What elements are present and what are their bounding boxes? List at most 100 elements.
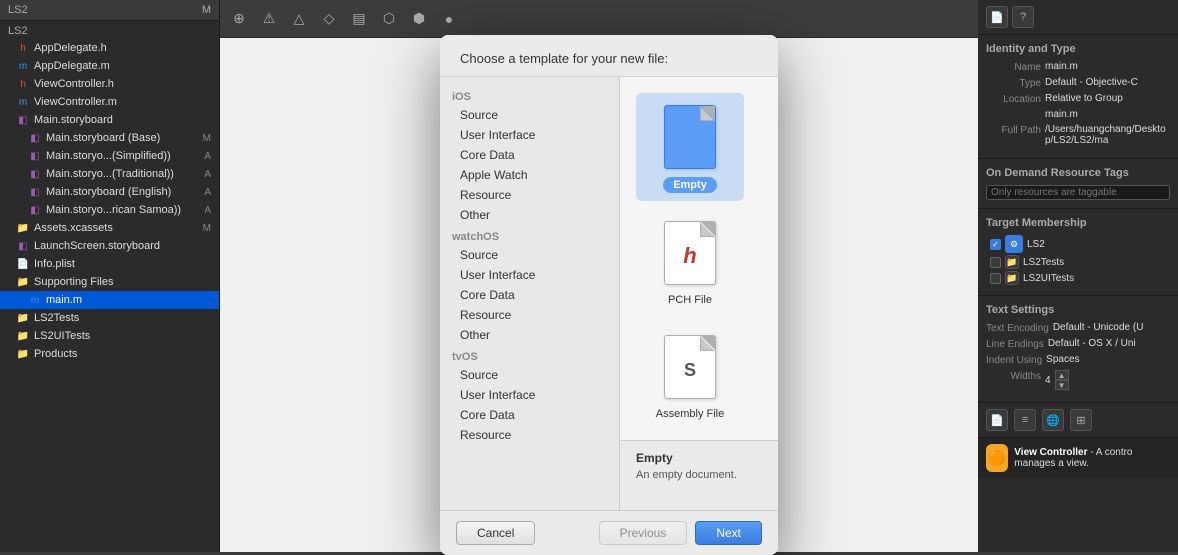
- sidebar-header: LS2 M: [0, 0, 219, 21]
- next-button[interactable]: Next: [695, 521, 762, 545]
- indent-row: Indent Using Spaces: [986, 354, 1170, 366]
- nav-item-ios-coredata[interactable]: Core Data: [440, 145, 619, 165]
- membership-ls2-row: ✓ ⚙ LS2: [986, 235, 1170, 253]
- toolbar-icon-dia[interactable]: ◇: [318, 8, 340, 30]
- h-file-icon: h: [16, 77, 30, 91]
- template-item-pch[interactable]: h PCH File: [636, 209, 744, 315]
- sidebar-item-launchscreen[interactable]: ◧ LaunchScreen.storyboard: [0, 237, 219, 255]
- stepper-up[interactable]: ▲: [1055, 370, 1069, 380]
- toolbar: ⊕ ⚠ △ ◇ ▤ ⬡ ⬢ ●: [220, 0, 978, 38]
- main-content-area: ⊕ ⚠ △ ◇ ▤ ⬡ ⬢ ● Choose a template for yo…: [220, 0, 978, 552]
- sidebar-item-main-storyboard[interactable]: ◧ Main.storyboard: [0, 111, 219, 129]
- checkbox-ls2-checked[interactable]: ✓: [990, 239, 1001, 250]
- name-value: main.m: [1045, 61, 1078, 72]
- toolbar-icon-hex1[interactable]: ⬡: [378, 8, 400, 30]
- location-label: Location: [986, 93, 1041, 105]
- nav-item-tvos-source[interactable]: Source: [440, 365, 619, 385]
- grid-icon[interactable]: ⊞: [1070, 409, 1092, 431]
- nav-item-ios-other[interactable]: Other: [440, 205, 619, 225]
- list-icon[interactable]: ≡: [1014, 409, 1036, 431]
- folder-icon: 📁: [16, 221, 30, 235]
- template-item-empty[interactable]: Empty: [636, 93, 744, 201]
- sidebar-item-viewcontroller-h[interactable]: h ViewController.h: [0, 75, 219, 93]
- storyboard-icon: ◧: [28, 185, 42, 199]
- sidebar-item-supporting-files[interactable]: 📁 Full Path Supporting Files: [0, 273, 219, 291]
- sidebar-item-viewcontroller-m[interactable]: m ViewController.m: [0, 93, 219, 111]
- globe-icon[interactable]: 🌐: [1042, 409, 1064, 431]
- demand-section: On Demand Resource Tags: [978, 159, 1178, 209]
- nav-item-ios-ui[interactable]: User Interface: [440, 125, 619, 145]
- identity-type-section: Identity and Type Name main.m Type Defau…: [978, 35, 1178, 159]
- nav-item-ios-applewatch[interactable]: Apple Watch: [440, 165, 619, 185]
- nav-platform-watchos: watchOS: [440, 225, 619, 245]
- file-icon-btn[interactable]: 📄: [986, 6, 1008, 28]
- help-icon-btn[interactable]: ?: [1012, 6, 1034, 28]
- cancel-button[interactable]: Cancel: [456, 521, 535, 545]
- fullpath-value: /Users/huangchang/Desktop/LS2/LS2/ma: [1045, 124, 1170, 146]
- sidebar-item-products[interactable]: 📁 iOS Products: [0, 345, 219, 363]
- toolbar-icon-search[interactable]: ⊕: [228, 8, 250, 30]
- widths-stepper: 4 ▲ ▼: [1045, 370, 1069, 390]
- nav-item-ios-resource[interactable]: Resource: [440, 185, 619, 205]
- sidebar-item-storyboard-english[interactable]: ◧ Main.storyboard (English) A: [0, 183, 219, 201]
- nav-item-ios-source[interactable]: Source: [440, 105, 619, 125]
- widths-row: Widths 4 ▲ ▼: [986, 370, 1170, 390]
- sidebar-item-storyboard-simplified[interactable]: ◧ Main.storyo...(Simplified)) A: [0, 147, 219, 165]
- membership-ls2uitests-row: 📁 LS2UITests: [986, 271, 1170, 285]
- type-row: Type Default - Objective-C: [986, 77, 1170, 89]
- storyboard-icon: ◧: [16, 239, 30, 253]
- demand-title: On Demand Resource Tags: [986, 167, 1170, 179]
- m-file-icon: m: [16, 95, 30, 109]
- folder-icon: 📁: [16, 347, 30, 361]
- sidebar-item-appdelegate-m[interactable]: m AppDelegate.m: [0, 57, 219, 75]
- sidebar-item-storyboard-traditional[interactable]: ◧ Main.storyo...(Traditional)) A: [0, 165, 219, 183]
- plist-icon: 📄: [16, 257, 30, 271]
- toolbar-icon-circle[interactable]: ●: [438, 8, 460, 30]
- view-controller-text: View Controller - A contro manages a vie…: [1014, 447, 1170, 469]
- checkbox-ls2uitests[interactable]: [990, 273, 1001, 284]
- nav-item-watchos-other[interactable]: Other: [440, 325, 619, 345]
- nav-item-watchos-resource[interactable]: Resource: [440, 305, 619, 325]
- template-nav: iOS Source User Interface Core Data Appl…: [440, 77, 620, 510]
- sidebar-badge: M: [202, 4, 211, 16]
- widths-value: 4: [1045, 375, 1051, 386]
- sidebar-project-name: LS2: [8, 4, 28, 16]
- template-item-assembly[interactable]: S Assembly File: [636, 323, 744, 429]
- template-grid: Empty h PCH File: [620, 77, 778, 510]
- toolbar-icon-tri[interactable]: △: [288, 8, 310, 30]
- toolbar-icon-hex2[interactable]: ⬢: [408, 8, 430, 30]
- nav-item-watchos-source[interactable]: Source: [440, 245, 619, 265]
- pch-icon-wrapper: h: [658, 217, 722, 289]
- empty-icon-wrapper: [658, 101, 722, 173]
- nav-item-tvos-ui[interactable]: User Interface: [440, 385, 619, 405]
- nav-item-tvos-coredata[interactable]: Core Data: [440, 405, 619, 425]
- nav-item-tvos-resource[interactable]: Resource: [440, 425, 619, 445]
- sidebar-item-main-storyboard-base[interactable]: ◧ Main.storyboard (Base) M: [0, 129, 219, 147]
- demand-input[interactable]: [986, 185, 1170, 200]
- toolbar-icon-grid[interactable]: ▤: [348, 8, 370, 30]
- assembly-letter: S: [684, 360, 696, 381]
- checkbox-ls2tests[interactable]: [990, 257, 1001, 268]
- pch-label: PCH File: [668, 293, 712, 307]
- nav-buttons: Previous Next: [599, 521, 762, 545]
- sidebar-item-storyboard-samoa[interactable]: ◧ Main.storyo...rican Samoa)) A: [0, 201, 219, 219]
- sidebar-item-assets[interactable]: 📁 Assets.xcassets M: [0, 219, 219, 237]
- fullpath-row: Full Path /Users/huangchang/Desktop/LS2/…: [986, 124, 1170, 146]
- sidebar-item-ls2uitests[interactable]: 📁 LS2UITests: [0, 327, 219, 345]
- sidebar-item-ls2tests[interactable]: 📁 LS2Tests: [0, 309, 219, 327]
- sidebar-item-appdelegate-h[interactable]: h AppDelegate.h: [0, 39, 219, 57]
- sidebar-item-infoplist[interactable]: 📄 Info.plist: [0, 255, 219, 273]
- stepper-down[interactable]: ▼: [1055, 380, 1069, 390]
- previous-button[interactable]: Previous: [599, 521, 688, 545]
- dialog-title: Choose a template for your new file:: [440, 35, 778, 77]
- bottom-action-icons: 📄 ≡ 🌐 ⊞: [978, 403, 1178, 437]
- h-file-icon: h: [16, 41, 30, 55]
- location-value: Relative to Group: [1045, 93, 1123, 104]
- doc-icon[interactable]: 📄: [986, 409, 1008, 431]
- nav-item-watchos-coredata[interactable]: Core Data: [440, 285, 619, 305]
- folder-icon: 📁: [16, 311, 30, 325]
- toolbar-icon-warn[interactable]: ⚠: [258, 8, 280, 30]
- empty-file-icon: [664, 105, 716, 169]
- sidebar-item-main-m[interactable]: m main.m: [0, 291, 219, 309]
- nav-item-watchos-ui[interactable]: User Interface: [440, 265, 619, 285]
